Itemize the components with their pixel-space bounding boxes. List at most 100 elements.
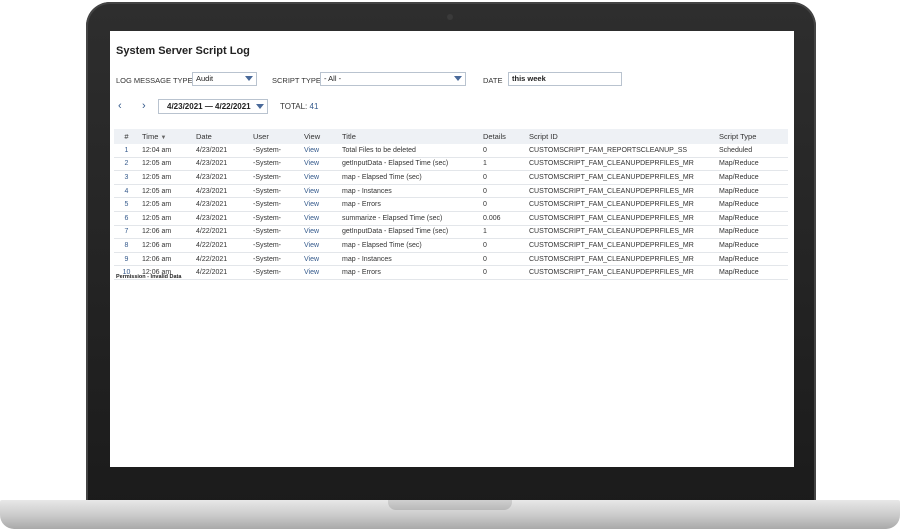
- script-type-select[interactable]: - All -: [320, 72, 466, 86]
- cell-user: -System-: [250, 184, 301, 199]
- cell-title: Total Files to be deleted: [339, 144, 480, 158]
- cell-title: map - Instances: [339, 252, 480, 267]
- cell-time: 12:05 am: [139, 184, 193, 199]
- cell-view[interactable]: View: [301, 265, 339, 280]
- cell-script-type: Map/Reduce: [716, 265, 788, 280]
- cell-num[interactable]: 3: [114, 170, 139, 185]
- cell-details: 0: [480, 170, 526, 185]
- cell-time: 12:06 am: [139, 238, 193, 253]
- table-header-row: # Time ▼ Date User View Title Details Sc…: [114, 129, 788, 144]
- column-header-time-label: Time: [142, 132, 159, 141]
- cell-user: -System-: [250, 157, 301, 172]
- next-arrow-icon[interactable]: ›: [142, 100, 146, 112]
- column-header-num[interactable]: #: [114, 129, 139, 144]
- cell-details: 0: [480, 252, 526, 267]
- table-row: 7 12:06 am 4/22/2021 -System- View getInputDa…: [114, 225, 788, 240]
- cell-script-type: Map/Reduce: [716, 170, 788, 185]
- total-count: TOTAL: 41: [280, 102, 318, 111]
- cell-script-type: Scheduled: [716, 144, 788, 158]
- chevron-down-icon: [245, 76, 253, 81]
- table-row: 2 12:05 am 4/23/2021 -System- View getInputDa…: [114, 157, 788, 172]
- column-header-time[interactable]: Time ▼: [139, 129, 193, 144]
- prev-arrow-icon[interactable]: ‹: [118, 100, 122, 112]
- cell-view[interactable]: View: [301, 157, 339, 172]
- cell-script-id: CUSTOMSCRIPT_FAM_CLEANUPDEPRFILES_MR: [526, 265, 716, 280]
- cell-script-type: Map/Reduce: [716, 157, 788, 172]
- cell-num[interactable]: 7: [114, 225, 139, 240]
- cell-time: 12:05 am: [139, 197, 193, 212]
- cell-view[interactable]: View: [301, 170, 339, 185]
- cell-num[interactable]: 2: [114, 157, 139, 172]
- cell-time: 12:06 am: [139, 252, 193, 267]
- table-row: 1 12:04 am 4/23/2021 -System- View Total File…: [114, 144, 788, 158]
- cell-details: 1: [480, 225, 526, 240]
- total-label: TOTAL:: [280, 102, 308, 111]
- cell-script-id: CUSTOMSCRIPT_FAM_CLEANUPDEPRFILES_MR: [526, 184, 716, 199]
- cell-num[interactable]: 1: [114, 144, 139, 158]
- cell-script-id: CUSTOMSCRIPT_FAM_CLEANUPDEPRFILES_MR: [526, 157, 716, 172]
- cell-script-id: CUSTOMSCRIPT_FAM_REPORTSCLEANUP_SS: [526, 144, 716, 158]
- cell-script-type: Map/Reduce: [716, 211, 788, 226]
- cell-user: -System-: [250, 197, 301, 212]
- cell-script-type: Map/Reduce: [716, 225, 788, 240]
- date-label: DATE: [483, 76, 503, 85]
- log-message-type-value: Audit: [196, 74, 214, 83]
- cell-view[interactable]: View: [301, 184, 339, 199]
- cell-user: -System-: [250, 238, 301, 253]
- cell-script-id: CUSTOMSCRIPT_FAM_CLEANUPDEPRFILES_MR: [526, 252, 716, 267]
- column-header-script-type[interactable]: Script Type: [716, 129, 788, 144]
- cell-date: 4/22/2021: [193, 252, 250, 267]
- cell-view[interactable]: View: [301, 252, 339, 267]
- column-header-script-id[interactable]: Script ID: [526, 129, 716, 144]
- cell-view[interactable]: View: [301, 238, 339, 253]
- column-header-user[interactable]: User: [250, 129, 301, 144]
- date-range-select[interactable]: 4/23/2021 — 4/22/2021: [158, 99, 268, 114]
- script-type-value: - All -: [324, 74, 342, 83]
- chevron-down-icon: [454, 76, 462, 81]
- cell-title: map - Errors: [339, 265, 480, 280]
- cell-title: getInputData - Elapsed Time (sec): [339, 157, 480, 172]
- cell-view[interactable]: View: [301, 211, 339, 226]
- cell-num[interactable]: 9: [114, 252, 139, 267]
- column-header-view[interactable]: View: [301, 129, 339, 144]
- cell-num[interactable]: 4: [114, 184, 139, 199]
- cell-title: getInputData - Elapsed Time (sec): [339, 225, 480, 240]
- cell-script-type: Map/Reduce: [716, 252, 788, 267]
- cell-details: 1: [480, 157, 526, 172]
- date-input[interactable]: this week: [508, 72, 622, 86]
- cell-num[interactable]: 6: [114, 211, 139, 226]
- cell-script-type: Map/Reduce: [716, 184, 788, 199]
- laptop-notch: [388, 500, 512, 510]
- cell-num[interactable]: 5: [114, 197, 139, 212]
- date-value: this week: [512, 74, 546, 83]
- cell-view[interactable]: View: [301, 144, 339, 158]
- cell-num[interactable]: 8: [114, 238, 139, 253]
- sort-down-icon: ▼: [160, 135, 167, 141]
- total-value: 41: [309, 102, 319, 111]
- cell-script-type: Map/Reduce: [716, 238, 788, 253]
- log-message-type-select[interactable]: Audit: [192, 72, 257, 86]
- cell-time: 12:05 am: [139, 157, 193, 172]
- column-header-details[interactable]: Details: [480, 129, 526, 144]
- chevron-down-icon: [256, 104, 264, 109]
- script-type-label: SCRIPT TYPE: [272, 76, 321, 85]
- cell-date: 4/22/2021: [193, 225, 250, 240]
- cell-time: 12:05 am: [139, 170, 193, 185]
- cell-date: 4/23/2021: [193, 170, 250, 185]
- cell-date: 4/23/2021: [193, 157, 250, 172]
- cell-details: 0: [480, 265, 526, 280]
- column-header-title[interactable]: Title: [339, 129, 480, 144]
- cell-details: 0.006: [480, 211, 526, 226]
- cell-date: 4/22/2021: [193, 265, 250, 280]
- cell-script-id: CUSTOMSCRIPT_FAM_CLEANUPDEPRFILES_MR: [526, 211, 716, 226]
- column-header-date[interactable]: Date: [193, 129, 250, 144]
- cell-view[interactable]: View: [301, 197, 339, 212]
- cell-script-id: CUSTOMSCRIPT_FAM_CLEANUPDEPRFILES_MR: [526, 170, 716, 185]
- footnote: Permission - Invalid Data: [116, 274, 182, 280]
- date-range-value: 4/23/2021 — 4/22/2021: [167, 102, 251, 111]
- log-table-body: 1 12:04 am 4/23/2021 -System- View Total File…: [114, 144, 788, 280]
- cell-view[interactable]: View: [301, 225, 339, 240]
- filter-bar: LOG MESSAGE TYPE Audit SCRIPT TYPE - All…: [116, 72, 786, 90]
- table-row: 9 12:06 am 4/22/2021 -System- View map - Inst…: [114, 252, 788, 267]
- cell-details: 0: [480, 144, 526, 158]
